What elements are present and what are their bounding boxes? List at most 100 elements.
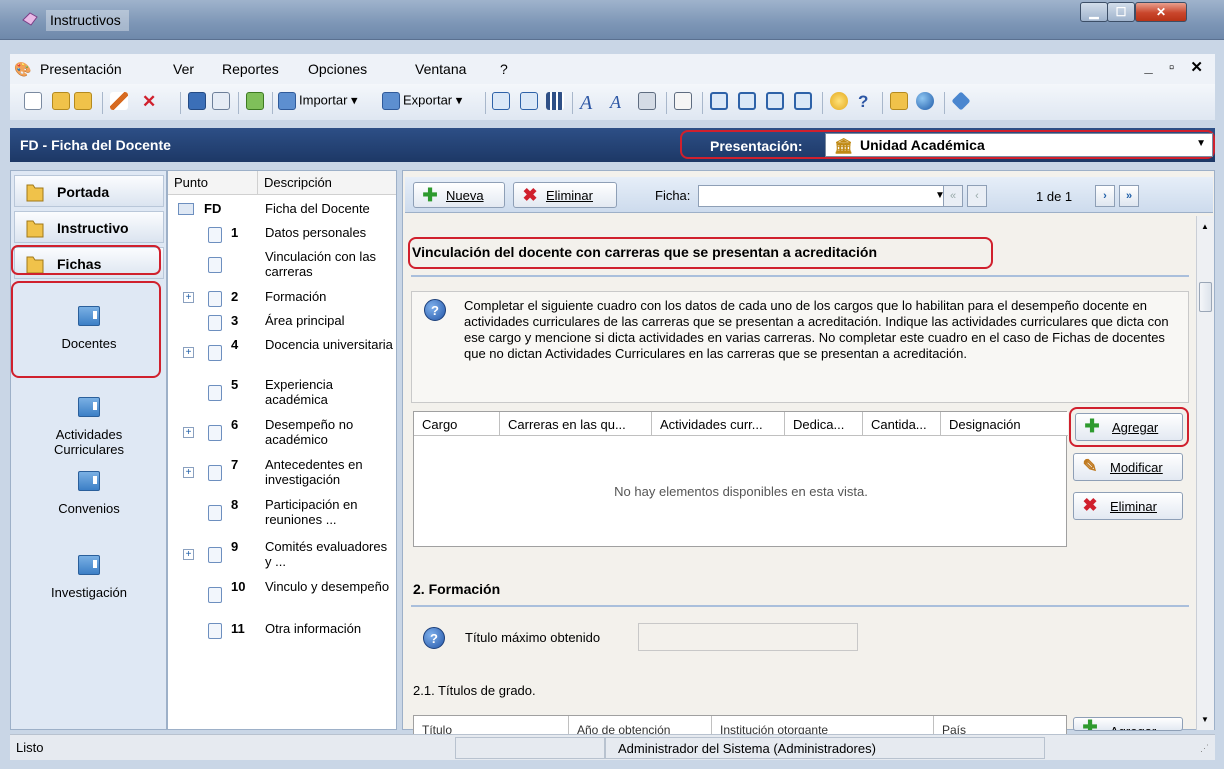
menu-help[interactable]: ? — [500, 61, 508, 77]
grid-header[interactable]: Actividades curr... — [652, 412, 785, 436]
grid-header[interactable]: Designación — [941, 412, 1068, 436]
nav-investigacion[interactable]: Investigación — [14, 555, 164, 600]
eliminar-row-button[interactable]: ✖ Eliminar — [1073, 492, 1183, 520]
folder-tree-icon[interactable] — [890, 92, 908, 114]
layout-horizontal-icon[interactable] — [710, 92, 728, 114]
status-panel — [455, 737, 605, 759]
save-icon[interactable] — [188, 92, 206, 114]
expand-icon: + — [183, 292, 194, 303]
tree-row[interactable]: 10 Vinculo y desempeño — [168, 579, 396, 611]
tree-row[interactable]: 1 Datos personales — [168, 225, 396, 243]
menu-presentacion[interactable]: Presentación — [40, 61, 122, 77]
exportar-button[interactable]: Exportar ▾ — [382, 92, 462, 114]
grid-header[interactable]: Año de obtención — [569, 716, 712, 734]
menu-ventana[interactable]: Ventana — [415, 61, 466, 77]
folder-icon[interactable] — [74, 92, 92, 114]
tree-row[interactable]: FD Ficha del Docente — [168, 201, 396, 219]
nav-portada[interactable]: Portada — [14, 175, 164, 207]
copy-icon[interactable] — [212, 92, 230, 114]
tree-row[interactable]: 8 Participación en reuniones ... — [168, 497, 396, 529]
vertical-scrollbar[interactable]: ▲ ▼ — [1196, 216, 1214, 730]
record-toolbar: ✚ Nueva ✖ Eliminar Ficha: ▼ « ‹ 1 de 1 › » — [405, 177, 1213, 213]
report-icon[interactable] — [674, 92, 692, 114]
globe-icon[interactable] — [916, 92, 934, 114]
list-view-icon[interactable] — [520, 92, 538, 114]
status-bar: Listo Administrador del Sistema (Adminis… — [10, 734, 1215, 760]
scroll-down-icon: ▼ — [1201, 715, 1209, 724]
nav-convenios[interactable]: Convenios — [14, 471, 164, 516]
menu-ver[interactable]: Ver — [173, 61, 194, 77]
tree-header-descripcion: Descripción — [258, 171, 396, 195]
layout-cascade-icon[interactable] — [766, 92, 784, 114]
grid-header[interactable]: Institución otorgante — [712, 716, 934, 734]
grid-view-icon[interactable] — [546, 92, 564, 114]
mdi-controls[interactable]: _ ▫ ✕ — [1144, 58, 1209, 76]
last-record-button[interactable]: » — [1119, 185, 1139, 207]
next-record-button[interactable]: › — [1095, 185, 1115, 207]
window-icon[interactable] — [794, 92, 812, 114]
expand-icon: + — [183, 549, 194, 560]
minimize-button[interactable]: ▁ — [1080, 2, 1108, 22]
tree-view-icon[interactable] — [492, 92, 510, 114]
nav-docentes[interactable]: Docentes — [14, 306, 164, 351]
nav-actividades-curriculares[interactable]: Actividades Curriculares — [14, 397, 164, 457]
info-text: Completar el siguiente cuadro con los da… — [464, 298, 1169, 361]
layout-vertical-icon[interactable] — [738, 92, 756, 114]
divider — [411, 275, 1189, 277]
grid-header[interactable]: Título — [414, 716, 569, 734]
eliminar-button[interactable]: ✖ Eliminar — [513, 182, 617, 208]
docentes-icon — [78, 306, 100, 326]
refresh-icon[interactable] — [246, 92, 264, 114]
tree-row[interactable]: 5 Experiencia académica — [168, 377, 396, 409]
agregar-titulo-button[interactable]: ✚Agregar — [1073, 717, 1183, 731]
tree-row[interactable]: + 4 Docencia universitaria — [168, 337, 396, 369]
font-a-icon[interactable]: A — [580, 92, 592, 114]
grid-header[interactable]: Cantida... — [863, 412, 941, 436]
tree-row[interactable]: 3 Área principal — [168, 313, 396, 331]
divider — [411, 605, 1189, 607]
tree-row[interactable]: + 6 Desempeño no académico — [168, 417, 396, 449]
tree-row[interactable]: Vinculación con las carreras — [168, 249, 396, 281]
presentacion-select[interactable]: 🏛 Unidad Académica ▼ — [825, 133, 1213, 157]
tree-row[interactable]: + 2 Formación — [168, 289, 396, 307]
help-question-icon[interactable]: ? — [858, 92, 868, 114]
help-icon[interactable]: ? — [424, 299, 446, 321]
tree-row[interactable]: + 7 Antecedentes en investigación — [168, 457, 396, 489]
titulo-input[interactable] — [638, 623, 858, 651]
menu-opciones[interactable]: Opciones — [308, 61, 367, 77]
grid-header[interactable]: País — [934, 716, 1066, 734]
resize-grip-icon[interactable]: ⋰ — [1200, 743, 1209, 754]
font-a-small-icon[interactable]: A — [610, 92, 621, 114]
record-counter: 1 de 1 — [1036, 189, 1073, 204]
toolbar: ✕ Importar ▾ Exportar ▾ A A ? — [10, 84, 1215, 120]
scroll-thumb — [1199, 282, 1212, 312]
menu-reportes[interactable]: Reportes — [222, 61, 279, 77]
importar-button[interactable]: Importar ▾ — [278, 92, 358, 114]
plus-icon: ✚ — [1082, 717, 1098, 731]
modificar-button[interactable]: ✎ Modificar — [1073, 453, 1183, 481]
help-bulb-icon[interactable] — [830, 92, 848, 114]
prev-record-button[interactable]: ‹ — [967, 185, 987, 207]
first-record-button[interactable]: « — [943, 185, 963, 207]
main-panel: ✚ Nueva ✖ Eliminar Ficha: ▼ « ‹ 1 de 1 › »… — [402, 170, 1215, 735]
tree-row[interactable]: + 9 Comités evaluadores y ... — [168, 539, 396, 571]
pencil-icon: ✎ — [1082, 456, 1098, 476]
ficha-select[interactable]: ▼ — [698, 185, 948, 207]
help-icon[interactable]: ? — [423, 627, 445, 649]
edit-icon[interactable] — [110, 92, 128, 114]
grid-header[interactable]: Cargo — [414, 412, 500, 436]
grid-header[interactable]: Carreras en las qu... — [500, 412, 652, 436]
nav-instructivo[interactable]: Instructivo — [14, 211, 164, 243]
tree-row[interactable]: 11 Otra información — [168, 621, 396, 639]
diamond-icon[interactable] — [951, 91, 971, 114]
close-button[interactable]: ✕ — [1135, 2, 1187, 22]
delete-icon[interactable]: ✕ — [142, 92, 156, 114]
maximize-button[interactable]: ☐ — [1107, 2, 1135, 22]
nueva-button[interactable]: ✚ Nueva — [413, 182, 505, 208]
open-folder-icon[interactable] — [52, 92, 70, 114]
new-doc-icon[interactable] — [24, 92, 42, 114]
section-title: Vinculación del docente con carreras que… — [412, 244, 878, 260]
print-icon[interactable] — [638, 92, 656, 114]
agregar-button[interactable]: ✚ Agregar — [1075, 413, 1183, 441]
grid-header[interactable]: Dedica... — [785, 412, 863, 436]
